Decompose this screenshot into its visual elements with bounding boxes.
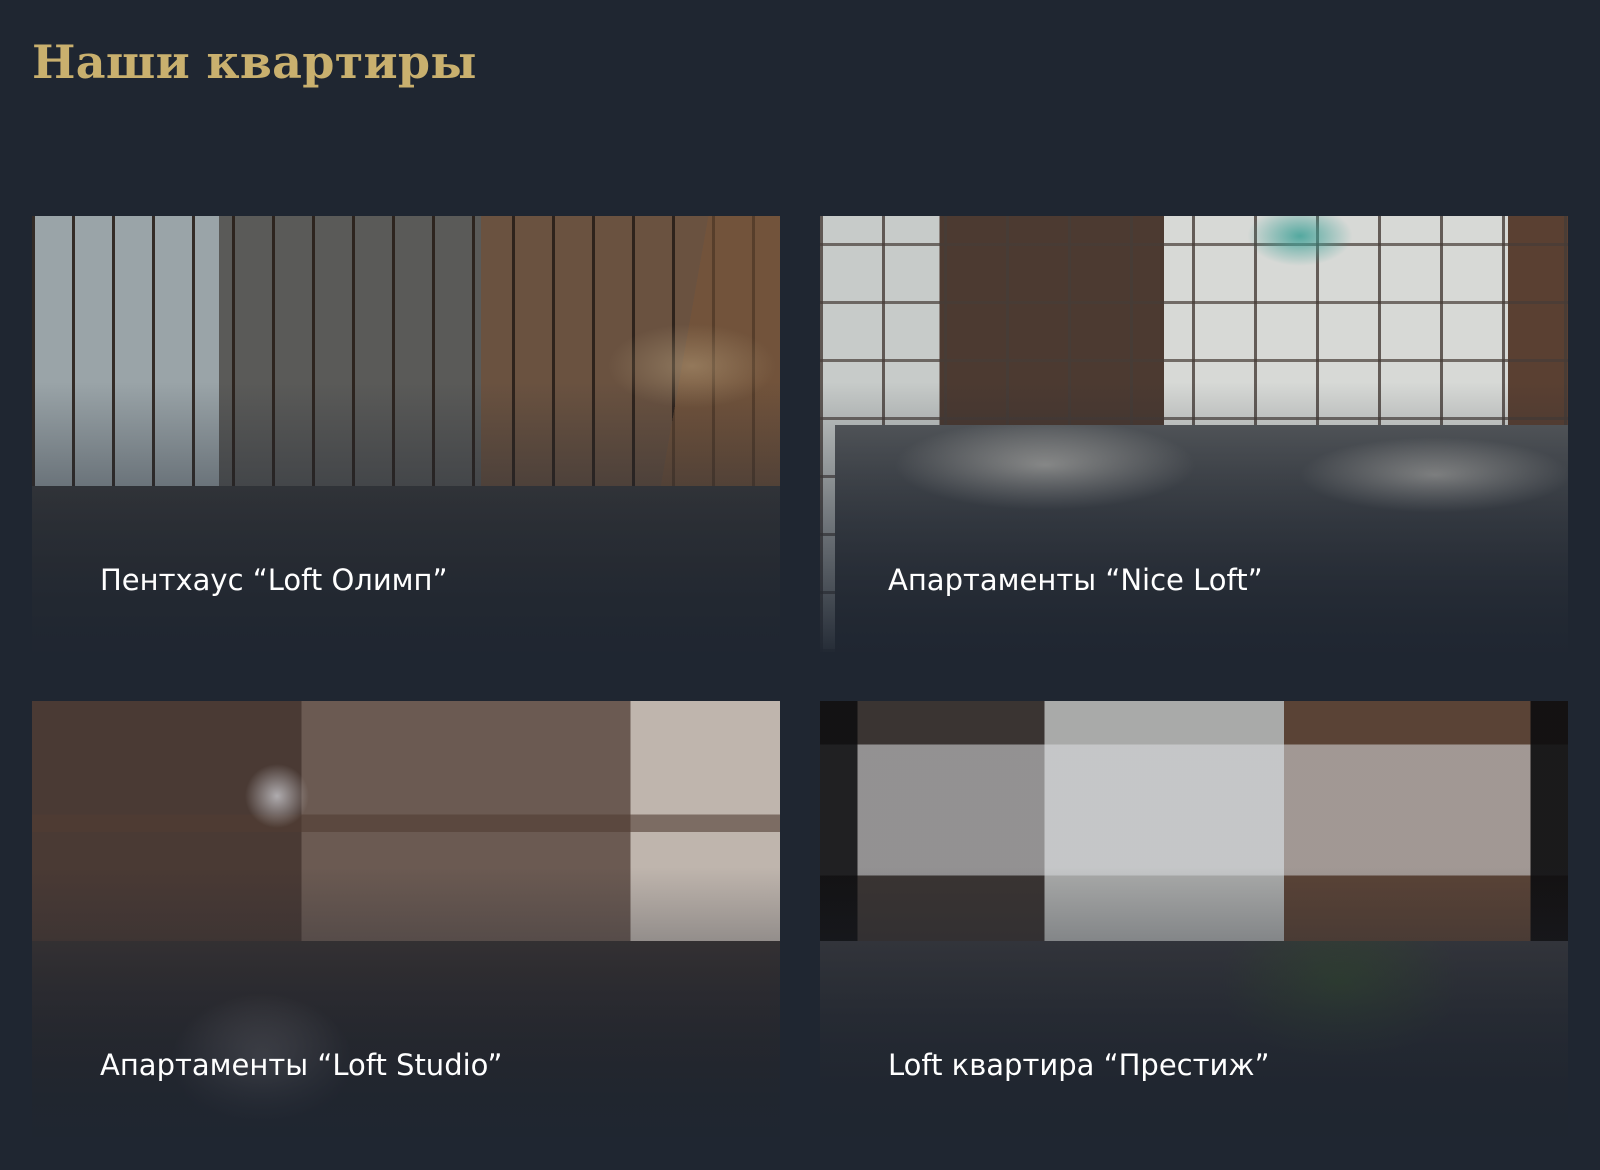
section-title: Наши квартиры: [32, 35, 477, 89]
apartment-card-title: Пентхаус “Loft Олимп”: [100, 563, 448, 597]
apartment-card-title: Апартаменты “Loft Studio”: [100, 1048, 503, 1082]
apartment-card-title: Loft квартира “Престиж”: [888, 1048, 1270, 1082]
apartment-card-loft-studio[interactable]: Апартаменты “Loft Studio”: [32, 701, 780, 1137]
apartments-page: Наши квартиры Пентхаус “Loft Олимп” Апар…: [0, 0, 1600, 1170]
apartment-card-loft-olymp[interactable]: Пентхаус “Loft Олимп”: [32, 216, 780, 652]
apartment-card-title: Апартаменты “Nice Loft”: [888, 563, 1263, 597]
apartment-card-prestige[interactable]: Loft квартира “Престиж”: [820, 701, 1568, 1137]
apartment-card-nice-loft[interactable]: Апартаменты “Nice Loft”: [820, 216, 1568, 652]
apartments-grid: Пентхаус “Loft Олимп” Апартаменты “Nice …: [32, 216, 1568, 1137]
